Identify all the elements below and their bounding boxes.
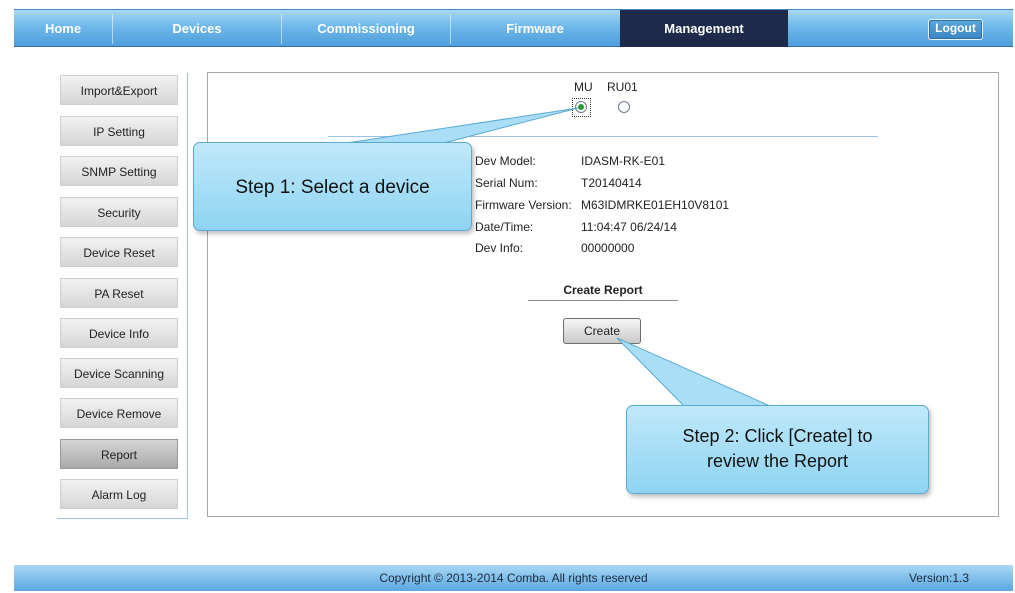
step2-text-line2: review the Report xyxy=(706,451,849,471)
menu-item-alarm-log[interactable]: Alarm Log xyxy=(60,479,178,509)
menu-item-pa-reset[interactable]: PA Reset xyxy=(60,278,178,308)
menu-item-device-scanning[interactable]: Device Scanning xyxy=(60,358,178,388)
info-key-date-time: Date/Time: xyxy=(475,220,534,234)
tab-firmware[interactable]: Firmware xyxy=(451,10,619,47)
info-value-dev-model: IDASM-RK-E01 xyxy=(581,154,666,168)
menu-item-device-remove[interactable]: Device Remove xyxy=(60,398,178,428)
footer-bar: Copyright © 2013-2014 Comba. All rights … xyxy=(14,565,1013,591)
tab-management[interactable]: Management xyxy=(620,10,788,47)
version-text: Version:1.3 xyxy=(908,571,969,585)
logout-button[interactable]: Logout xyxy=(928,19,983,40)
device-option-mu-label: MU xyxy=(574,80,593,94)
menu-item-device-reset[interactable]: Device Reset xyxy=(60,237,178,267)
info-value-firmware-version: M63IDMRKE01EH10V8101 xyxy=(581,198,730,212)
menu-item-device-info[interactable]: Device Info xyxy=(60,318,178,348)
step1-callout: Step 1: Select a device xyxy=(193,142,472,231)
tab-commissioning[interactable]: Commissioning xyxy=(282,10,450,47)
management-side-menu: Import&Export IP Setting SNMP Setting Se… xyxy=(57,73,188,519)
create-report-heading: Create Report xyxy=(563,283,643,297)
step2-callout: Step 2: Click [Create] to review the Rep… xyxy=(626,405,929,494)
info-key-dev-model: Dev Model: xyxy=(475,154,536,168)
info-key-dev-info: Dev Info: xyxy=(475,241,524,255)
info-value-date-time: 11:04:47 06/24/14 xyxy=(581,220,677,234)
divider-line xyxy=(328,136,878,137)
info-value-dev-info: 00000000 xyxy=(581,241,635,255)
create-report-button[interactable]: Create xyxy=(563,318,641,344)
tab-devices[interactable]: Devices xyxy=(113,10,281,47)
top-navigation-bar: Home Devices Commissioning Firmware Mana… xyxy=(14,9,1013,47)
device-radio-mu[interactable] xyxy=(575,101,587,113)
menu-item-import-export[interactable]: Import&Export xyxy=(60,75,178,105)
step2-text-line1: Step 2: Click [Create] to xyxy=(682,426,873,446)
info-key-serial-num: Serial Num: xyxy=(475,176,538,190)
device-option-ru01-label: RU01 xyxy=(607,80,638,94)
menu-item-ip-setting[interactable]: IP Setting xyxy=(60,116,178,146)
info-key-firmware-version: Firmware Version: xyxy=(475,198,572,212)
menu-item-security[interactable]: Security xyxy=(60,197,178,227)
copyright-text: Copyright © 2013-2014 Comba. All rights … xyxy=(379,571,648,585)
report-divider xyxy=(528,300,678,301)
menu-item-snmp-setting[interactable]: SNMP Setting xyxy=(60,156,178,186)
device-radio-ru01[interactable] xyxy=(618,101,630,113)
info-value-serial-num: T20140414 xyxy=(581,176,642,190)
step1-text: Step 1: Select a device xyxy=(235,177,430,198)
tab-home[interactable]: Home xyxy=(14,10,112,47)
app-window: Home Devices Commissioning Firmware Mana… xyxy=(0,0,1015,593)
menu-item-report[interactable]: Report xyxy=(60,439,178,469)
